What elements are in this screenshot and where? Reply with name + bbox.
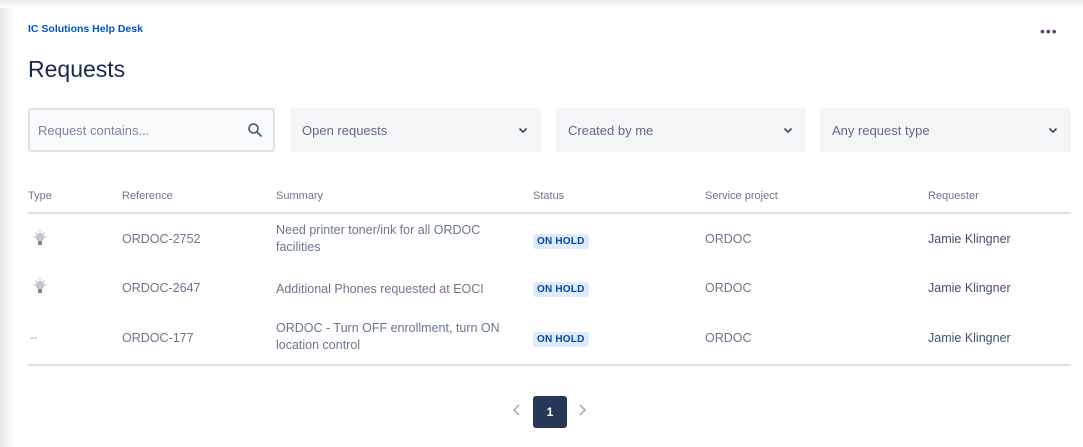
status-badge: ON HOLD [533, 332, 589, 347]
status-filter-select[interactable]: Open requests [290, 108, 541, 152]
table-header-divider [28, 212, 1071, 214]
column-header-summary: Summary [276, 190, 324, 202]
creator-filter-value: Created by me [568, 122, 654, 138]
search-icon[interactable] [247, 122, 263, 138]
request-reference-link[interactable]: ORDOC-2752 [122, 232, 201, 246]
edge-shadow [0, 0, 14, 447]
chevron-down-icon [1048, 127, 1058, 134]
breadcrumb[interactable]: IC Solutions Help Desk [28, 23, 143, 35]
column-header-type: Type [28, 190, 52, 202]
chevron-down-icon [783, 127, 793, 134]
column-header-requester[interactable]: Requester [928, 190, 979, 202]
service-project: ORDOC [705, 331, 752, 345]
status-filter-value: Open requests [302, 122, 388, 138]
requester-name: Jamie Klingner [928, 232, 1011, 246]
pagination-current-page[interactable]: 1 [533, 396, 567, 428]
request-type-filter-value: Any request type [832, 122, 930, 138]
column-header-service-project: Service project [705, 190, 778, 202]
service-project: ORDOC [705, 232, 752, 246]
requester-name: Jamie Klingner [928, 331, 1011, 345]
page-title: Requests [28, 56, 126, 82]
request-summary-link[interactable]: Additional Phones requested at EOCI [276, 281, 526, 298]
request-reference-link[interactable]: ORDOC-177 [122, 331, 194, 345]
page: IC Solutions Help Desk ••• Requests Open… [0, 0, 1083, 447]
requester-name: Jamie Klingner [928, 281, 1011, 295]
no-type-placeholder: -- [30, 332, 38, 344]
lightbulb-icon [33, 278, 47, 293]
chevron-left-icon[interactable] [510, 402, 524, 418]
search-input[interactable] [36, 121, 247, 139]
request-summary-link[interactable]: Need printer toner/ink for all ORDOC fac… [276, 222, 516, 256]
chevron-right-icon[interactable] [575, 402, 589, 418]
table-footer-divider [28, 364, 1071, 366]
request-summary-link[interactable]: ORDOC - Turn OFF enrollment, turn ON loc… [276, 320, 516, 354]
status-badge: ON HOLD [533, 282, 589, 297]
column-header-status: Status [533, 190, 565, 202]
search-field[interactable] [28, 108, 275, 152]
edge-shadow-top [0, 0, 1083, 8]
more-actions-icon[interactable]: ••• [1040, 24, 1058, 38]
status-badge: ON HOLD [533, 234, 589, 249]
chevron-down-icon [518, 127, 528, 134]
creator-filter-select[interactable]: Created by me [556, 108, 806, 152]
lightbulb-icon [33, 230, 47, 245]
column-header-reference[interactable]: Reference [122, 190, 173, 202]
service-project: ORDOC [705, 281, 752, 295]
request-reference-link[interactable]: ORDOC-2647 [122, 281, 201, 295]
request-type-filter-select[interactable]: Any request type [820, 108, 1071, 152]
